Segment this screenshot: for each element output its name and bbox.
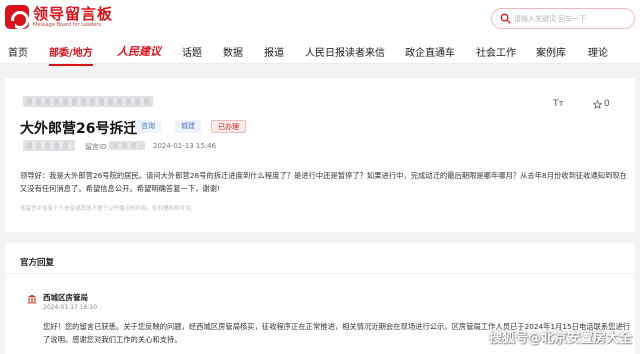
reply-heading: 官方回复: [20, 258, 55, 268]
favorite-button[interactable]: 0: [593, 99, 610, 109]
nav-item-case-library[interactable]: 案例库: [536, 44, 566, 59]
message-id: 留言ID: [85, 143, 107, 151]
redacted-author: [23, 140, 75, 151]
nav-item-reports[interactable]: 报道: [264, 44, 284, 59]
logo-title: 领导留言板: [33, 4, 114, 23]
tag-city[interactable]: 城建: [175, 120, 201, 133]
star-icon: [593, 99, 602, 109]
nav-item-people-suggestion[interactable]: 人民建议: [117, 43, 161, 59]
search-input[interactable]: [514, 12, 630, 26]
font-size-button[interactable]: Tт: [553, 99, 564, 109]
nav-item-topics[interactable]: 话题: [182, 44, 202, 59]
status-badge: 已办理: [211, 120, 246, 133]
nav-item-home[interactable]: 首页: [8, 44, 28, 59]
site-header: 领导留言板 Message Board for Leaders: [0, 0, 640, 38]
reply-date: 2024-01-17 16:10: [43, 304, 98, 311]
nav-item-social-work[interactable]: 社会工作: [476, 44, 516, 59]
divider: [5, 273, 635, 274]
privacy-disclaimer: 该留言中含有个人信息或其他不便于公开展示的内容，仅办理机构可见。: [20, 206, 197, 212]
tag-consult[interactable]: 咨询: [135, 120, 161, 133]
message-title: 大外郎营26号拆迁: [20, 121, 138, 137]
logo-icon: [5, 5, 29, 29]
search-icon[interactable]: [500, 13, 511, 24]
message-body: 领导好：我是大外郎营26号院的居民。请问大外郎营26号的拆迁进度到什么程度了？是…: [20, 171, 627, 193]
watermark: 搜狐号@北京安置房大全: [488, 331, 632, 346]
reply-department: 西城区房管局: [43, 293, 88, 302]
redacted-breadcrumb: [23, 96, 153, 107]
message-card: Tт 0 大外郎营26号拆迁 咨询 城建 已办理 留言ID 2024-01-13…: [5, 78, 635, 232]
nav-item-readers-letters[interactable]: 人民日报读者来信: [305, 44, 385, 59]
nav-item-theory[interactable]: 理论: [588, 44, 608, 59]
logo-subtitle: Message Board for Leaders: [33, 21, 102, 28]
redacted-id: [109, 141, 145, 150]
main-nav: 首页 部委/地方 人民建议 话题 数据 报道 人民日报读者来信 政企直通车 社会…: [0, 38, 640, 66]
search-box: [491, 8, 635, 29]
site-logo[interactable]: 领导留言板 Message Board for Leaders: [5, 5, 113, 29]
nav-item-enterprise[interactable]: 政企直通车: [405, 44, 455, 59]
message-date: 2024-01-13 15:46: [153, 142, 217, 150]
department-icon: [27, 294, 37, 304]
favorite-count: 0: [604, 99, 610, 109]
nav-item-data[interactable]: 数据: [223, 44, 243, 59]
nav-item-ministries[interactable]: 部委/地方: [49, 44, 93, 66]
